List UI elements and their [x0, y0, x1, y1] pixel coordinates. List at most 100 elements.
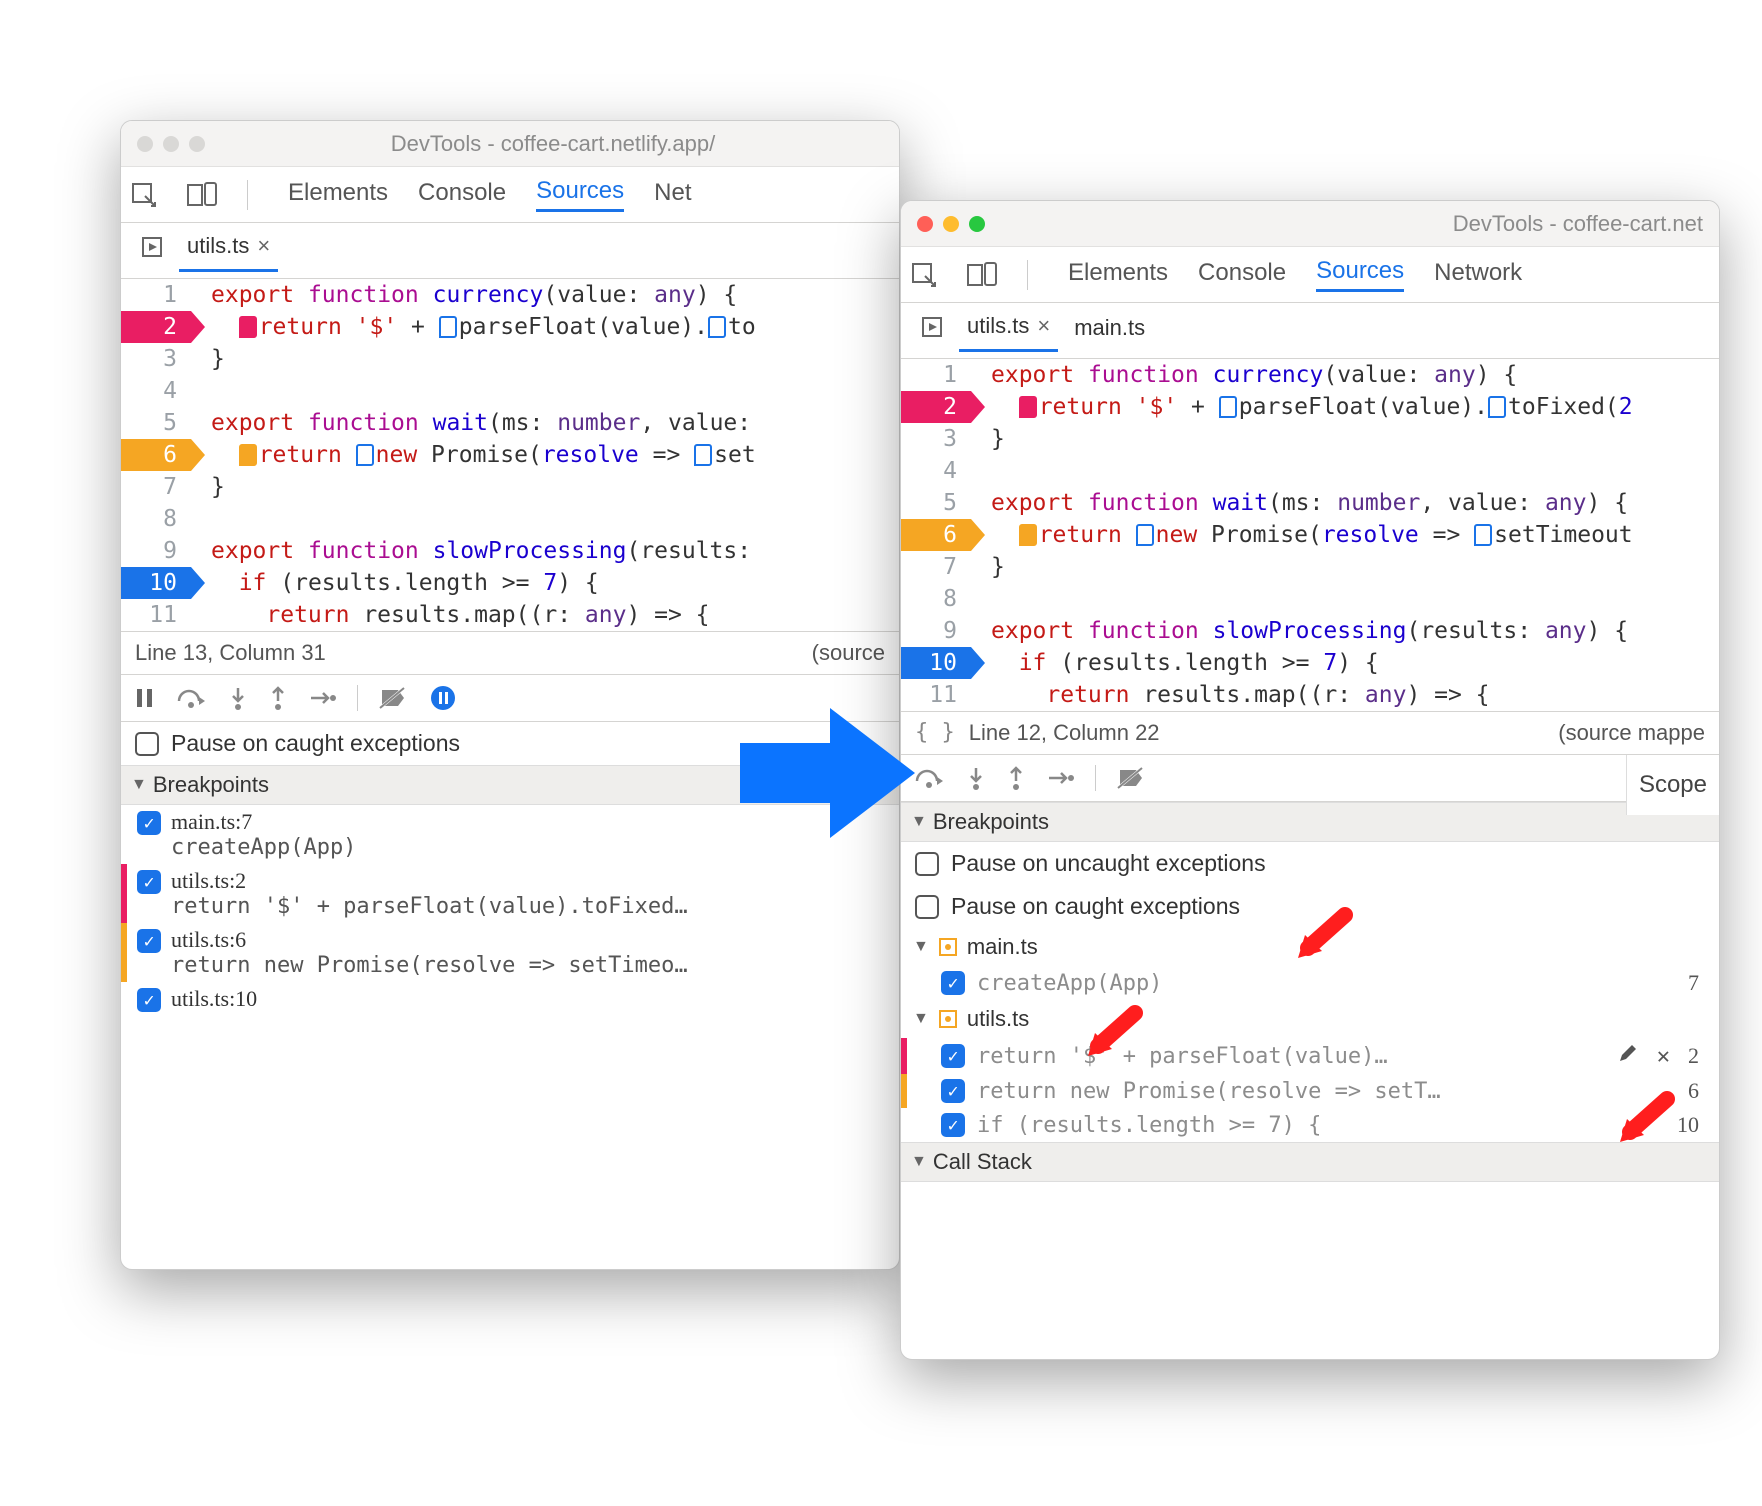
code-editor[interactable]: 123456?7891011 export function currency(… [121, 279, 899, 631]
breakpoint-entry[interactable]: utils.ts:6return new Promise(resolve => … [121, 923, 899, 982]
step-out-icon[interactable] [269, 686, 287, 710]
breakpoint-checkbox[interactable] [137, 988, 161, 1012]
breakpoint-location: utils.ts:10 [171, 986, 885, 1012]
file-tab-main[interactable]: main.ts [1066, 311, 1153, 351]
pause-caught-checkbox[interactable] [135, 732, 159, 756]
file-tab-utils[interactable]: utils.ts × [179, 229, 278, 272]
triangle-down-icon: ▼ [913, 1010, 929, 1028]
min-dot[interactable] [943, 216, 959, 232]
panel-tabs: Elements Console Sources Network [1068, 257, 1522, 292]
tab-console[interactable]: Console [1198, 259, 1286, 291]
callout-arrow-icon [1080, 1001, 1150, 1078]
breakpoints-label: Breakpoints [153, 772, 269, 798]
breakpoint-group-header[interactable]: ▼utils.ts [901, 1000, 1719, 1038]
callstack-label: Call Stack [933, 1149, 1032, 1175]
close-icon[interactable]: × [1037, 313, 1050, 339]
navigator-icon[interactable] [913, 312, 951, 349]
source-map-indicator: (source mappe [1558, 720, 1705, 746]
max-dot[interactable] [189, 136, 205, 152]
file-icon [937, 1008, 959, 1030]
file-tab-utils[interactable]: utils.ts × [959, 309, 1058, 352]
breakpoint-checkbox[interactable] [941, 1079, 965, 1103]
file-tab-label: utils.ts [967, 313, 1029, 339]
main-toolbar: Elements Console Sources Net [121, 167, 899, 223]
breakpoint-line-number: 7 [1688, 970, 1705, 996]
step-into-icon[interactable] [229, 686, 247, 710]
main-toolbar: Elements Console Sources Network [901, 247, 1719, 303]
breakpoint-entry[interactable]: return '$' + parseFloat(value)… ✕ 2 [901, 1038, 1719, 1074]
callstack-header[interactable]: ▼ Call Stack [901, 1142, 1719, 1182]
remove-icon[interactable]: ✕ [1651, 1044, 1676, 1069]
breakpoint-checkbox[interactable] [941, 1113, 965, 1137]
step-icon[interactable] [1047, 768, 1073, 788]
breakpoint-snippet: return '$' + parseFloat(value)… [977, 1044, 1605, 1069]
breakpoint-checkbox[interactable] [941, 1044, 965, 1068]
breakpoint-line-number: 6 [1688, 1078, 1705, 1104]
breakpoint-entry[interactable]: return new Promise(resolve => setT…6 [901, 1074, 1719, 1108]
close-dot[interactable] [137, 136, 153, 152]
step-into-icon[interactable] [967, 766, 985, 790]
pause-icon[interactable] [135, 687, 155, 709]
inspect-icon[interactable] [131, 182, 157, 208]
traffic-lights [137, 136, 205, 152]
tab-network[interactable]: Network [1434, 259, 1522, 291]
tab-sources[interactable]: Sources [536, 177, 624, 212]
file-icon [937, 936, 959, 958]
min-dot[interactable] [163, 136, 179, 152]
close-dot[interactable] [917, 216, 933, 232]
pause-caught-label: Pause on caught exceptions [171, 730, 460, 757]
window-title: DevTools - coffee-cart.netlify.app/ [223, 131, 883, 157]
braces-icon[interactable]: { } [915, 720, 955, 746]
breakpoint-snippet: if (results.length >= 7) { [977, 1113, 1665, 1138]
breakpoint-checkbox[interactable] [941, 971, 965, 995]
device-icon[interactable] [187, 182, 217, 208]
deactivate-breakpoints-icon[interactable] [1118, 766, 1146, 790]
editor-statusbar: { } Line 12, Column 22 (source mappe [901, 711, 1719, 755]
file-tabs: utils.ts × [121, 223, 899, 279]
breakpoint-line-number: 2 [1688, 1043, 1705, 1069]
callout-arrow-icon [1290, 903, 1360, 980]
max-dot[interactable] [969, 216, 985, 232]
breakpoint-location: utils.ts:6 [171, 927, 885, 953]
devtools-window-before: DevTools - coffee-cart.netlify.app/ Elem… [120, 120, 900, 1270]
tab-sources[interactable]: Sources [1316, 257, 1404, 292]
panel-tabs: Elements Console Sources Net [288, 177, 692, 212]
breakpoint-entry[interactable]: if (results.length >= 7) {10 [901, 1108, 1719, 1142]
pause-uncaught-checkbox[interactable] [915, 852, 939, 876]
devtools-window-after: DevTools - coffee-cart.net Elements Cons… [900, 200, 1720, 1360]
pause-uncaught-row[interactable]: Pause on uncaught exceptions [901, 842, 1719, 885]
tab-elements[interactable]: Elements [288, 179, 388, 211]
code-editor[interactable]: 123456?7891011 export function currency(… [901, 359, 1719, 711]
scope-tab[interactable]: Scope [1626, 755, 1719, 815]
tab-elements[interactable]: Elements [1068, 259, 1168, 291]
breakpoint-checkbox[interactable] [137, 870, 161, 894]
triangle-down-icon: ▼ [911, 1153, 927, 1171]
breakpoint-snippet: return '$' + parseFloat(value).toFixed… [171, 894, 885, 919]
tab-network[interactable]: Net [654, 179, 691, 211]
breakpoint-entry[interactable]: utils.ts:2return '$' + parseFloat(value)… [121, 864, 899, 923]
step-icon[interactable] [309, 688, 335, 708]
close-icon[interactable]: × [257, 233, 270, 259]
breakpoint-entry[interactable]: utils.ts:10 [121, 982, 899, 1016]
pause-caught-checkbox[interactable] [915, 895, 939, 919]
file-tab-label: utils.ts [187, 233, 249, 259]
pause-exceptions-icon[interactable] [430, 685, 456, 711]
breakpoints-header[interactable]: ▼ Breakpoints [901, 802, 1719, 842]
breakpoint-checkbox[interactable] [137, 811, 161, 835]
step-over-icon[interactable] [177, 687, 207, 709]
transition-arrow-icon [740, 698, 920, 855]
tab-console[interactable]: Console [418, 179, 506, 211]
breakpoint-checkbox[interactable] [137, 929, 161, 953]
breakpoints-label: Breakpoints [933, 809, 1049, 835]
editor-statusbar: Line 13, Column 31 (source [121, 631, 899, 675]
device-icon[interactable] [967, 262, 997, 288]
file-tabs: utils.ts × main.ts [901, 303, 1719, 359]
step-out-icon[interactable] [1007, 766, 1025, 790]
inspect-icon[interactable] [911, 262, 937, 288]
deactivate-breakpoints-icon[interactable] [380, 686, 408, 710]
navigator-icon[interactable] [133, 232, 171, 269]
edit-icon[interactable] [1617, 1042, 1639, 1070]
group-filename: main.ts [967, 934, 1038, 960]
breakpoint-snippet: return new Promise(resolve => setTimeo… [171, 953, 885, 978]
pause-uncaught-label: Pause on uncaught exceptions [951, 850, 1266, 877]
